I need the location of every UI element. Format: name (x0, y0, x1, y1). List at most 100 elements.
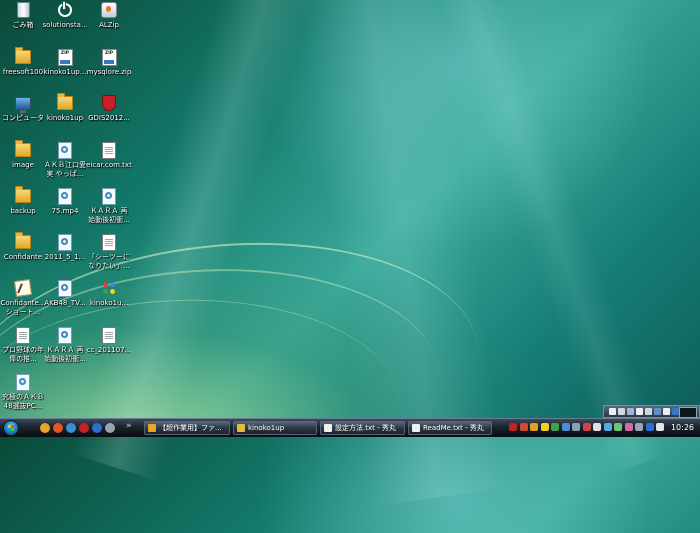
taskbar: » 【超作業用】ファ... kinoko1up 設定方法.txt - 秀丸 ReadM… (0, 418, 700, 437)
task-label: 【超作業用】ファ... (159, 424, 222, 432)
freesoft-folder-shortcut[interactable]: freesoft100 (0, 47, 46, 77)
tray-icon[interactable] (509, 423, 517, 431)
kinoko-people-shortcut[interactable]: kinoko1u... (86, 278, 132, 308)
wallpaper-wave (0, 218, 493, 533)
firefox-quicklaunch-icon[interactable] (53, 423, 63, 433)
tray-icon[interactable] (614, 423, 622, 431)
2011-media-shortcut[interactable]: 2011_5_1... (42, 232, 88, 262)
task-kinoko-folder-icon (237, 424, 245, 432)
task-kinoko-folder[interactable]: kinoko1up (233, 421, 317, 435)
eicar-file-icon (101, 141, 117, 159)
gdis-shield-shortcut[interactable]: GDIS2012... (86, 93, 132, 123)
image-folder-icon (15, 140, 31, 158)
kinoko-folder-shortcut[interactable]: kinoko1up (42, 93, 88, 123)
tray-icon[interactable] (572, 423, 580, 431)
cd-doc-shortcut[interactable]: 「シーツーに なりたい」... (86, 232, 132, 271)
quick-launch-chevron[interactable]: » (126, 421, 132, 431)
sidebar-toolbar-icon[interactable] (627, 408, 634, 415)
final-media-shortcut[interactable]: 究極のＡＫＢ 48選抜PC... (0, 372, 46, 411)
mp4-media-shortcut[interactable]: 75.mp4 (42, 186, 88, 216)
kara-media-icon (101, 187, 117, 205)
start-button[interactable] (3, 420, 19, 436)
solutionsta-shortcut[interactable]: solutionsta... (42, 0, 88, 30)
desktop-icon-label: 究極のＡＫＢ 48選抜PC... (2, 393, 44, 410)
cd-doc-icon (101, 233, 117, 251)
cc-doc-shortcut[interactable]: cc_201107... (86, 325, 132, 355)
tray-icon[interactable] (593, 423, 601, 431)
task-chrome[interactable]: 【超作業用】ファ... (144, 421, 230, 435)
desktop-icon-label: プロ野球の年 俸の推... (2, 346, 44, 363)
alzip-shortcut[interactable]: ALZip (86, 0, 132, 30)
clock[interactable]: 10:26 (671, 423, 694, 432)
task-label: kinoko1up (248, 424, 285, 432)
akb-media-shortcut[interactable]: ＡＫＢ江口愛実 やっぱ... (42, 140, 88, 179)
sidebar-toolbar-icon[interactable] (618, 408, 625, 415)
desktop-icon-label: ALZip (99, 21, 119, 29)
kara2-media-icon (57, 326, 73, 344)
gdis-shield-icon (101, 95, 117, 111)
desktop-icon-label: Confidante (3, 253, 43, 261)
notification-area: 10:26 (505, 420, 700, 436)
tray-icon[interactable] (603, 423, 612, 431)
task-label: 設定方法.txt - 秀丸 (335, 424, 396, 432)
desktop-icon-label: ＫＡＲＡ 再始動後初衝... (44, 346, 86, 363)
tray-icon[interactable] (624, 423, 633, 431)
mysqlore-zip-shortcut[interactable]: ZIP mysqlore.zip (86, 47, 132, 77)
media-quicklaunch-icon[interactable] (66, 423, 76, 433)
tray-icon[interactable] (519, 423, 528, 431)
prog-doc-shortcut[interactable]: プロ野球の年 俸の推... (0, 325, 46, 364)
akb48-media-shortcut[interactable]: AKB48_TV... (42, 278, 88, 308)
confidante-shortcut-icon (13, 278, 33, 298)
eicar-file-shortcut[interactable]: eicar.com.txt (86, 140, 132, 170)
tray-icon[interactable] (551, 423, 559, 431)
desktop-icon-label: Confidante... ショート... (0, 299, 46, 316)
backup-folder-icon (15, 186, 31, 204)
sidebar-toolbar-icon[interactable] (645, 408, 652, 415)
tray-icon[interactable] (561, 423, 570, 431)
sidebar-toolbar-icon[interactable] (654, 408, 661, 415)
desktop-icon-label: mysqlore.zip (86, 68, 132, 76)
gray-quicklaunch-icon[interactable] (105, 423, 115, 433)
kinoko-folder-icon (57, 93, 73, 111)
sidebar-toolbar[interactable] (603, 405, 700, 418)
desktop-icon-label: ごみ箱 (12, 21, 34, 29)
blue-quicklaunch-icon[interactable] (92, 423, 102, 433)
desktop-icon-label: 75.mp4 (51, 207, 79, 215)
recycle-bin-shortcut[interactable]: ごみ箱 (0, 0, 46, 30)
sidebar-toolbar-icon[interactable] (672, 408, 679, 415)
2011-media-icon (57, 233, 73, 251)
recycle-bin-icon (15, 2, 31, 18)
sidebar-toolbar-icon[interactable] (663, 408, 670, 415)
akb-media-icon (57, 141, 73, 159)
tray-icon[interactable] (635, 423, 643, 431)
tray-icon[interactable] (656, 423, 664, 431)
desktop-icon-label: 2011_5_1... (44, 253, 86, 261)
computer-shortcut[interactable]: コンピュータ (0, 93, 46, 123)
tray-icon[interactable] (645, 423, 654, 431)
sidebar-toolbar-icon[interactable] (609, 408, 616, 415)
confidante-folder-shortcut[interactable]: Confidante (0, 232, 46, 262)
tray-icon[interactable] (530, 423, 538, 431)
image-folder-shortcut[interactable]: image (0, 140, 46, 170)
tray-icon[interactable] (540, 423, 549, 431)
confidante-folder-icon (15, 232, 31, 250)
task-settings-txt[interactable]: 設定方法.txt - 秀丸 (320, 421, 405, 435)
cc-doc-icon (101, 326, 117, 344)
desktop-icon-label: ＫＡＲＡ 再始動後初衝... (88, 207, 130, 224)
sidebar-toolbar-icon[interactable] (636, 408, 643, 415)
kinoko-zip-shortcut[interactable]: ZIP kinoko1up... (42, 47, 88, 77)
mp4-media-icon (57, 187, 73, 205)
backup-folder-shortcut[interactable]: backup (0, 186, 46, 216)
confidante-shortcut-shortcut[interactable]: Confidante... ショート... (0, 278, 46, 317)
red-quicklaunch-icon[interactable] (79, 423, 89, 433)
desktop-icon-label: freesoft100 (2, 68, 44, 76)
chrome-quicklaunch-icon[interactable] (40, 423, 50, 433)
cpu-meter (679, 407, 697, 418)
tray-icon[interactable] (582, 423, 591, 431)
task-readme-txt[interactable]: ReadMe.txt - 秀丸 (408, 421, 492, 435)
desktop-icon-label: ＡＫＢ江口愛実 やっぱ... (44, 161, 86, 178)
kara2-media-shortcut[interactable]: ＫＡＲＡ 再始動後初衝... (42, 325, 88, 364)
desktop-icon-label: kinoko1up (46, 114, 84, 122)
akb48-media-icon (57, 279, 73, 297)
kara-media-shortcut[interactable]: ＫＡＲＡ 再始動後初衝... (86, 186, 132, 225)
